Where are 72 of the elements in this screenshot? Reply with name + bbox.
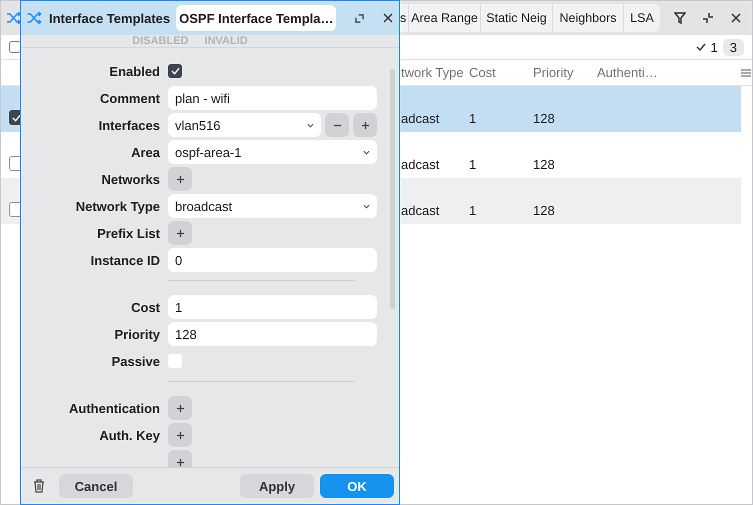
table-cell: 128 xyxy=(533,203,555,218)
name-field[interactable]: OSPF Interface Templa… xyxy=(176,5,336,31)
input-field[interactable]: 0 xyxy=(168,248,377,272)
shuffle-icon xyxy=(26,10,43,26)
add-button[interactable] xyxy=(168,167,192,191)
input-field[interactable]: 128 xyxy=(168,322,377,346)
column-header[interactable]: twork Type xyxy=(401,65,464,80)
plus-icon xyxy=(176,404,184,412)
table-cell: adcast xyxy=(401,157,440,172)
table-cell: 128 xyxy=(533,111,555,126)
chevron-down-icon xyxy=(307,122,314,128)
table-cell: 128 xyxy=(533,157,555,172)
dialog-title: Interface Templates xyxy=(49,10,170,26)
field-label: Area xyxy=(131,144,160,160)
checkbox[interactable] xyxy=(168,354,182,368)
dropdown[interactable]: broadcast xyxy=(168,194,377,218)
scrollbar[interactable] xyxy=(390,69,395,309)
tab[interactable]: Area Range xyxy=(409,4,481,32)
total-count-badge: 3 xyxy=(722,38,744,56)
checkbox[interactable] xyxy=(168,64,182,78)
close-icon[interactable] xyxy=(730,12,742,24)
trash-icon[interactable] xyxy=(33,479,45,493)
column-header[interactable]: Priority xyxy=(533,65,574,80)
table-cell: 1 xyxy=(469,111,476,126)
selected-count: 1 xyxy=(710,40,718,54)
apply-button[interactable]: Apply xyxy=(240,474,314,498)
chevron-down-icon xyxy=(363,150,370,154)
collapse-icon[interactable] xyxy=(702,12,714,24)
table-cell: adcast xyxy=(401,203,440,218)
add-button[interactable] xyxy=(168,396,192,420)
field-label: Comment xyxy=(100,90,160,106)
chevron-down-icon xyxy=(363,204,370,208)
field-label: Prefix List xyxy=(97,226,160,240)
input-field[interactable]: plan - wifi xyxy=(168,86,377,110)
tab[interactable]: LSA xyxy=(624,4,660,32)
input-field[interactable]: 1 xyxy=(168,295,377,319)
column-header[interactable]: Cost xyxy=(469,65,496,80)
check-icon xyxy=(170,67,180,75)
check-icon xyxy=(12,114,20,122)
field-label: Interfaces xyxy=(98,118,160,132)
table-cell: 1 xyxy=(469,157,476,172)
plus-icon xyxy=(176,458,184,466)
add-button[interactable] xyxy=(168,221,192,245)
check-icon xyxy=(696,43,706,51)
filter-icon[interactable] xyxy=(674,12,686,24)
tab[interactable]: Static Neig xyxy=(481,4,553,32)
field-label: Passive xyxy=(112,354,160,368)
select-all-checkbox[interactable] xyxy=(9,41,21,53)
field-label: Instance ID xyxy=(90,252,160,268)
add-button[interactable] xyxy=(168,450,192,467)
field-label: Cost xyxy=(131,300,160,314)
add-button[interactable] xyxy=(168,423,192,447)
restore-icon[interactable] xyxy=(355,14,364,22)
field-label: Priority xyxy=(114,326,160,342)
plus-icon xyxy=(176,174,184,184)
dropdown[interactable]: ospf-area-1 xyxy=(168,140,377,164)
table-cell: 1 xyxy=(469,203,476,218)
menu-icon[interactable] xyxy=(741,68,751,76)
dropdown[interactable]: vlan516 xyxy=(168,113,321,137)
plus-icon xyxy=(360,120,370,130)
column-header[interactable]: Authenti… xyxy=(597,65,658,80)
field-label: Authentication xyxy=(69,400,160,416)
plus-icon xyxy=(176,430,184,440)
field-label: Network Type xyxy=(76,198,160,214)
add-button[interactable] xyxy=(353,113,377,137)
field-label: Enabled xyxy=(109,64,160,78)
close-icon[interactable] xyxy=(383,13,394,23)
plus-icon xyxy=(176,228,184,238)
table-cell: adcast xyxy=(401,111,440,126)
field-label: Auth. Key xyxy=(99,428,160,442)
cancel-button[interactable]: Cancel xyxy=(59,474,133,498)
tab[interactable]: Neighbors xyxy=(553,4,624,32)
